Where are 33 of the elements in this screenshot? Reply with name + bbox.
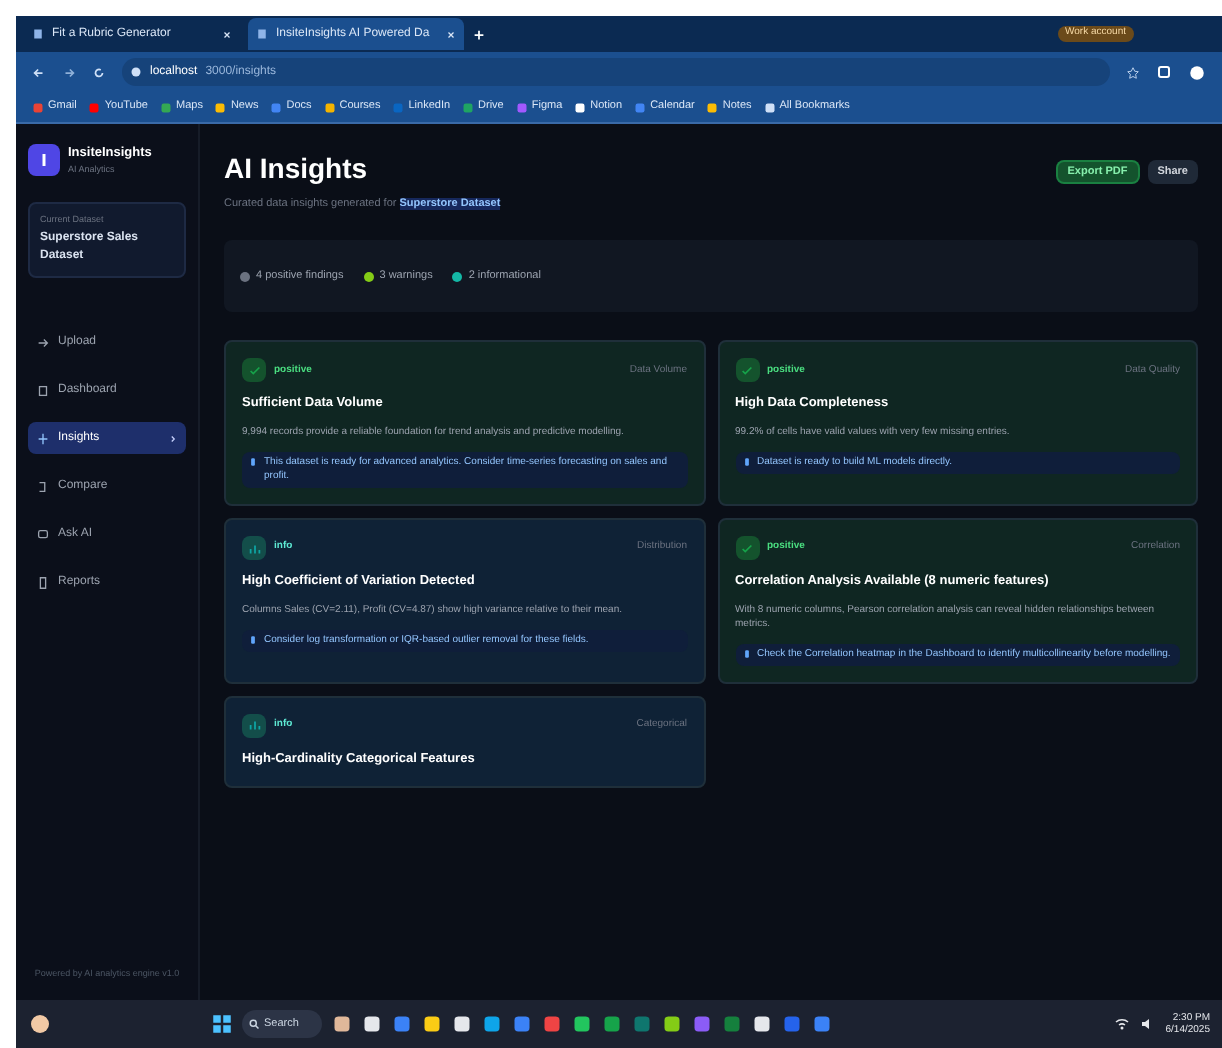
back-arrow-icon xyxy=(32,65,46,79)
bookmark-icon xyxy=(515,101,528,113)
bookmark-icon xyxy=(214,101,227,113)
bookmark-icon xyxy=(88,101,101,113)
bookmark-icon xyxy=(763,101,776,113)
reload-icon xyxy=(92,65,106,79)
page-title: AI Insights xyxy=(224,150,370,188)
chevron-icon xyxy=(168,433,178,444)
bookmark-icon xyxy=(392,101,405,113)
page-icon xyxy=(256,28,268,40)
close-icon xyxy=(222,29,232,39)
bookmark-icon xyxy=(574,101,587,113)
wifi-icon xyxy=(1113,1016,1130,1032)
chart-icon xyxy=(247,541,261,555)
bookmark-icon xyxy=(160,101,172,113)
close-icon xyxy=(446,29,456,39)
check-icon xyxy=(740,541,754,555)
check-icon xyxy=(740,363,754,378)
bookmark-icon xyxy=(462,101,475,113)
bookmark-icon xyxy=(32,101,44,113)
bookmark-icon xyxy=(706,101,719,113)
plus-icon xyxy=(472,27,486,41)
search-icon xyxy=(248,1018,260,1030)
chart-icon xyxy=(247,718,261,733)
star-icon xyxy=(1126,65,1140,79)
bookmark-icon xyxy=(270,101,283,113)
bookmark-icon xyxy=(323,101,336,113)
page-icon xyxy=(32,28,44,40)
forward-arrow-icon xyxy=(62,65,76,79)
check-icon xyxy=(247,363,261,378)
logo-icon xyxy=(28,144,60,177)
bookmark-icon xyxy=(634,101,647,113)
windows-icon xyxy=(212,1014,232,1034)
